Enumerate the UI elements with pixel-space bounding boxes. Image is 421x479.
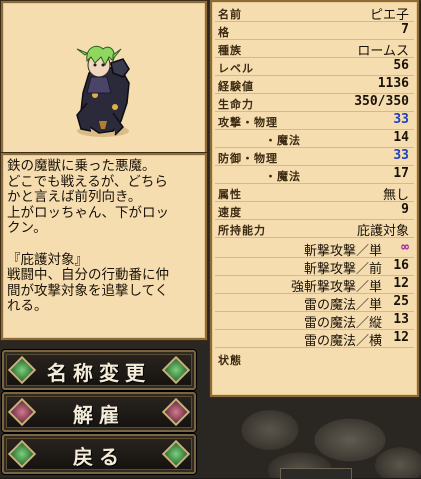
stat-row-hp: 生命力 350/350 (215, 94, 414, 112)
skill-uses: 12 (393, 330, 409, 345)
stat-value: 17 (393, 166, 409, 181)
stat-value: ロームス (357, 44, 409, 59)
stat-value: ピエ子 (369, 8, 409, 23)
stat-label: 属性 (218, 188, 242, 201)
stat-row-exp: 経験値 1136 (215, 76, 414, 94)
skill-row: 斬撃攻撃／単 ∞ (215, 240, 414, 259)
rename-button[interactable]: 名称変更 (2, 350, 196, 390)
stat-row-def-phys: 防御・物理 33 (215, 148, 414, 166)
skill-uses: ∞ (401, 240, 409, 255)
stat-row-ability: 所持能力 庇護対象 (215, 220, 414, 239)
skill-row: 雷の魔法／単 25 (215, 294, 414, 313)
stat-value: 9 (401, 202, 409, 217)
partial-tab (280, 468, 352, 479)
skill-name: 斬撃攻撃／単 (303, 244, 382, 259)
stat-value: 無し (382, 188, 409, 203)
stat-label: レベル (218, 62, 254, 75)
stat-label: 格 (218, 26, 230, 39)
stat-label: 経験値 (218, 80, 254, 93)
skill-name: 強斬撃攻撃／単 (290, 280, 382, 295)
stat-row-race: 種族 ロームス (215, 40, 414, 59)
description-text: 鉄の魔獣に乗った悪魔。 どこでも戦えるが、どちら かと言えば前列向き。 上がロッ… (7, 158, 169, 315)
stat-row-element: 属性 無し (215, 184, 414, 203)
stat-label: 所持能力 (218, 224, 266, 237)
stat-row-speed: 速度 9 (215, 202, 414, 220)
stat-value: 56 (393, 58, 409, 73)
skill-row: 雷の魔法／縦 13 (215, 312, 414, 331)
skill-uses: 25 (393, 294, 409, 309)
stat-value: 1136 (377, 76, 409, 91)
stat-value: 350/350 (354, 94, 409, 109)
skill-name: 雷の魔法／横 (303, 334, 382, 349)
stat-row-name: 名前 ピエ子 (215, 4, 414, 23)
stat-label: ・魔法 (265, 134, 301, 147)
skill-uses: 13 (393, 312, 409, 327)
stat-value: 7 (401, 22, 409, 37)
skill-row: 斬撃攻撃／前 16 (215, 258, 414, 277)
stat-label: 生命力 (218, 98, 254, 111)
skill-uses: 12 (393, 276, 409, 291)
stat-row-def-mag: ・魔法 17 (215, 166, 414, 184)
stat-value: 33 (393, 148, 409, 163)
skill-uses: 16 (393, 258, 409, 273)
stat-value: 33 (393, 112, 409, 127)
stat-label: 防御・物理 (218, 152, 278, 165)
stat-value: 庇護対象 (356, 224, 409, 239)
portrait-panel (1, 1, 207, 155)
character-sprite-icon (76, 45, 130, 137)
stats-panel: 名前 ピエ子 格 7 種族 ロームス レベル 56 経験値 1136 生命力 3… (210, 0, 419, 397)
skill-name: 雷の魔法／単 (303, 298, 382, 313)
stat-label: 種族 (218, 44, 242, 57)
stat-value: 14 (393, 130, 409, 145)
stat-label: 速度 (218, 206, 242, 219)
dismiss-button[interactable]: 解雇 (2, 392, 196, 432)
skill-name: 斬撃攻撃／前 (303, 262, 382, 277)
description-panel: 鉄の魔獣に乗った悪魔。 どこでも戦えるが、どちら かと言えば前列向き。 上がロッ… (1, 153, 207, 340)
stat-label: ・魔法 (265, 170, 301, 183)
skill-row: 強斬撃攻撃／単 12 (215, 276, 414, 295)
stat-row-atk-mag: ・魔法 14 (215, 130, 414, 148)
stat-row-level: レベル 56 (215, 58, 414, 76)
stat-row-rank: 格 7 (215, 22, 414, 40)
stat-label: 攻撃・物理 (218, 116, 278, 129)
skill-row: 雷の魔法／横 12 (215, 330, 414, 349)
stat-label: 名前 (218, 8, 242, 21)
skill-name: 雷の魔法／縦 (303, 316, 382, 331)
status-label: 状態 (218, 354, 242, 367)
stat-row-atk-phys: 攻撃・物理 33 (215, 112, 414, 130)
back-button[interactable]: 戻る (2, 434, 196, 474)
